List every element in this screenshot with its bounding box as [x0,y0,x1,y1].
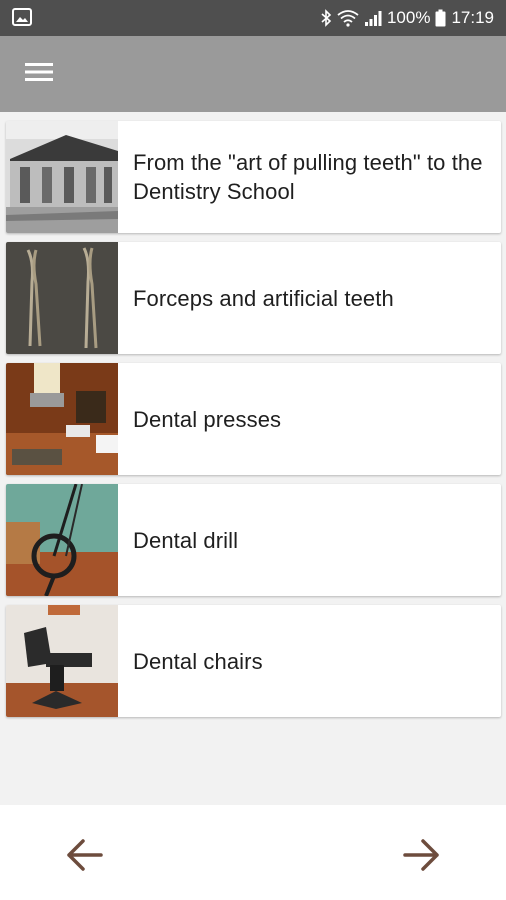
status-bar: 100% 17:19 [0,0,506,36]
list-item-title: Dental drill [133,527,239,553]
wifi-icon [337,9,359,27]
list-item[interactable]: Forceps and artificial teeth [6,242,501,354]
gallery-icon [12,8,32,31]
previous-button[interactable] [60,833,108,881]
battery-percent: 100% [386,8,431,27]
list-item-image [6,605,118,717]
list-item-title: Forceps and artificial teeth [133,285,394,311]
next-button[interactable] [398,833,446,881]
battery-icon [435,9,446,27]
list-item[interactable]: From the "art of pulling teeth" to the D… [6,121,501,233]
menu-button[interactable] [14,50,64,98]
bottom-navigation [0,805,506,900]
list-item-image [6,242,118,354]
list-item-image [6,484,118,596]
signal-icon [364,9,382,27]
list-item-title: Dental chairs [133,648,263,674]
topic-list: From the "art of pulling teeth" to the D… [6,121,501,726]
clock: 17:19 [451,8,494,27]
list-item-title: Dental presses [133,406,282,432]
arrow-right-icon [403,838,441,877]
app-bar [0,36,506,112]
list-item-image [6,363,118,475]
list-item-image [6,121,118,233]
list-item-title: From the "art of pulling teeth" to the D… [133,150,483,204]
list-item[interactable]: Dental chairs [6,605,501,717]
bluetooth-icon [320,9,332,27]
list-item[interactable]: Dental presses [6,363,501,475]
list-item[interactable]: Dental drill [6,484,501,596]
arrow-left-icon [65,838,103,877]
hamburger-menu-icon [25,62,53,87]
